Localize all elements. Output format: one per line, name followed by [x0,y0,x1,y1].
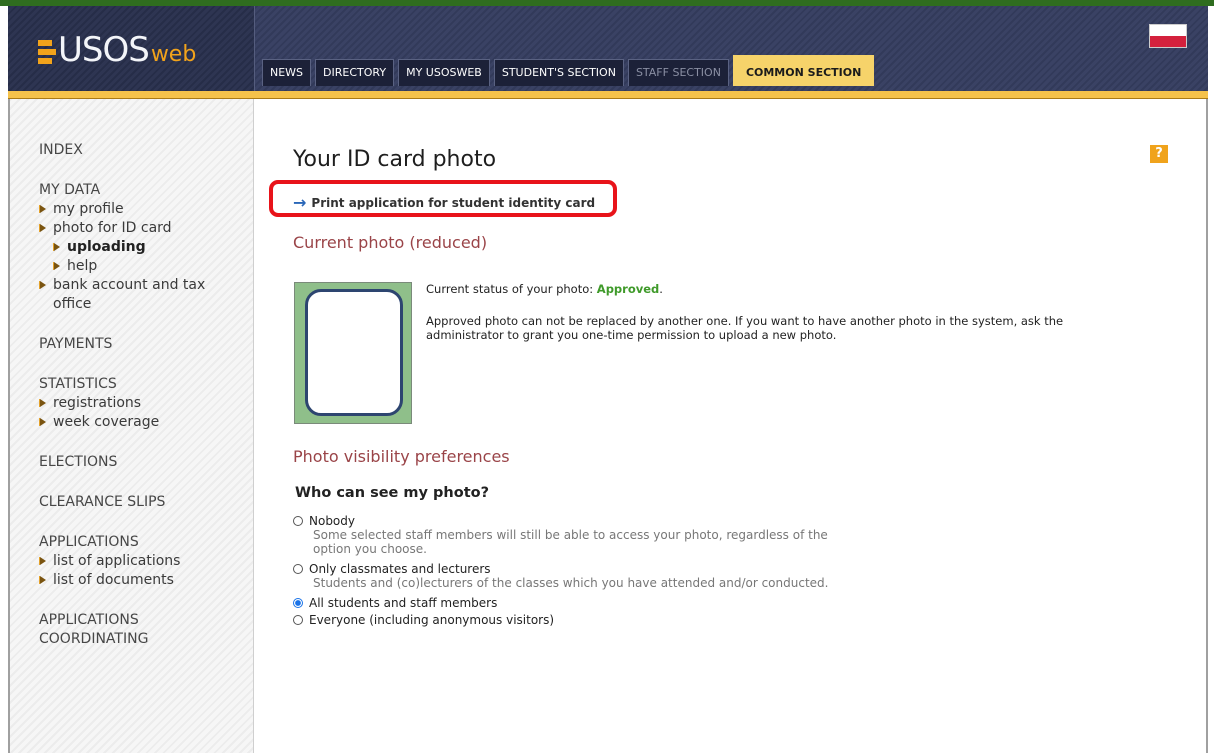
triangle-bullet-icon [54,243,60,251]
status-prefix: Current status of your photo: [426,282,597,296]
photo-thumbnail [294,282,412,424]
sidebar-elections[interactable]: ELECTIONS [39,453,253,472]
sidebar-item-uploading[interactable]: uploading [39,238,253,257]
sidebar-applications[interactable]: APPLICATIONS [39,533,253,552]
sidebar-item-week-coverage[interactable]: week coverage [39,413,253,432]
who-can-see-title: Who can see my photo? [295,485,490,501]
triangle-bullet-icon [40,399,46,407]
triangle-bullet-icon [40,224,46,232]
header-accent-bar [8,91,1208,99]
sidebar-statistics[interactable]: STATISTICS [39,375,253,394]
main-navigation: NEWS DIRECTORY MY USOSWEB STUDENT'S SECT… [262,55,875,86]
option-description: Some selected staff members will still b… [313,528,828,556]
sidebar-payments[interactable]: PAYMENTS [39,335,253,354]
sidebar-item-label: registrations [53,395,142,411]
triangle-bullet-icon [40,576,46,584]
sidebar-item-label: photo for ID card [53,220,172,236]
sidebar-item-label: list of documents [53,572,174,588]
visibility-title: Photo visibility preferences [293,447,510,466]
option-label: Everyone (including anonymous visitors) [309,613,555,627]
sidebar-item-photo-id[interactable]: photo for ID card [39,219,253,238]
sidebar-applications-coordinating[interactable]: APPLICATIONS COORDINATING [39,611,179,649]
logo-text: USOS [58,30,150,70]
radio-classmates-lecturers[interactable] [293,564,303,574]
logo-subtext: web [150,42,197,67]
photo-description: Approved photo can not be replaced by an… [426,314,1064,342]
print-link-label: Print application for student identity c… [311,196,596,210]
option-everyone[interactable]: Everyone (including anonymous visitors) [293,613,833,627]
option-label: All students and staff members [309,596,498,610]
radio-all-students-staff[interactable] [293,598,303,608]
sidebar-clearance-slips[interactable]: CLEARANCE SLIPS [39,493,253,512]
radio-everyone[interactable] [293,615,303,625]
sidebar-item-my-profile[interactable]: my profile [39,200,253,219]
sidebar-item-label: my profile [53,201,124,217]
sidebar-item-label: list of applications [53,553,181,569]
triangle-bullet-icon [54,262,60,270]
sidebar-item-label: bank account and tax office [53,277,206,312]
sidebar-item-bank-account[interactable]: bank account and tax office [39,276,253,314]
sidebar-item-list-of-documents[interactable]: list of documents [39,571,253,590]
tab-students-section[interactable]: STUDENT'S SECTION [493,59,624,86]
sidebar-item-label: uploading [67,239,146,255]
sidebar-my-data[interactable]: MY DATA [39,181,253,200]
arrow-right-icon: → [293,193,307,212]
option-nobody[interactable]: Nobody [293,514,833,528]
option-classmates-lecturers[interactable]: Only classmates and lecturers [293,562,833,576]
triangle-bullet-icon [40,205,46,213]
tab-my-usosweb[interactable]: MY USOSWEB [398,59,490,86]
triangle-bullet-icon [40,557,46,565]
option-label: Only classmates and lecturers [309,562,491,576]
sidebar-item-list-of-applications[interactable]: list of applications [39,552,253,571]
sidebar-item-help[interactable]: help [39,257,253,276]
logo-mark-icon [38,40,56,64]
triangle-bullet-icon [40,418,46,426]
polish-flag-icon[interactable] [1150,25,1186,47]
sidebar: INDEX MY DATA my profile photo for ID ca… [10,99,254,753]
status-suffix: . [659,282,663,296]
triangle-bullet-icon [40,281,46,289]
photo-status: Current status of your photo: Approved. [426,282,663,296]
tab-common-section[interactable]: COMMON SECTION [732,55,875,86]
tab-staff-section[interactable]: STAFF SECTION [627,59,729,86]
visibility-options: Nobody Some selected staff members will … [293,514,833,627]
sidebar-item-label: week coverage [53,414,160,430]
main-content: ? Your ID card photo → Print application… [254,99,1206,753]
tab-news[interactable]: NEWS [262,59,312,86]
status-badge: Approved [596,282,660,296]
option-description: Students and (co)lecturers of the classe… [313,576,829,590]
option-label: Nobody [309,514,355,528]
frame-border-right [1206,99,1208,753]
sidebar-item-registrations[interactable]: registrations [39,394,253,413]
sidebar-item-label: help [67,258,98,274]
help-icon[interactable]: ? [1150,145,1168,163]
radio-nobody[interactable] [293,516,303,526]
logo-area: USOS web [8,6,255,91]
page-title: Your ID card photo [293,147,497,172]
current-photo-title: Current photo (reduced) [293,233,488,252]
usosweb-logo[interactable]: USOS web [38,28,196,68]
tab-directory[interactable]: DIRECTORY [315,59,395,86]
option-all-students-staff[interactable]: All students and staff members [293,596,833,610]
photo-placeholder [305,289,403,416]
print-application-link[interactable]: → Print application for student identity… [293,193,596,212]
sidebar-index[interactable]: INDEX [39,141,253,160]
